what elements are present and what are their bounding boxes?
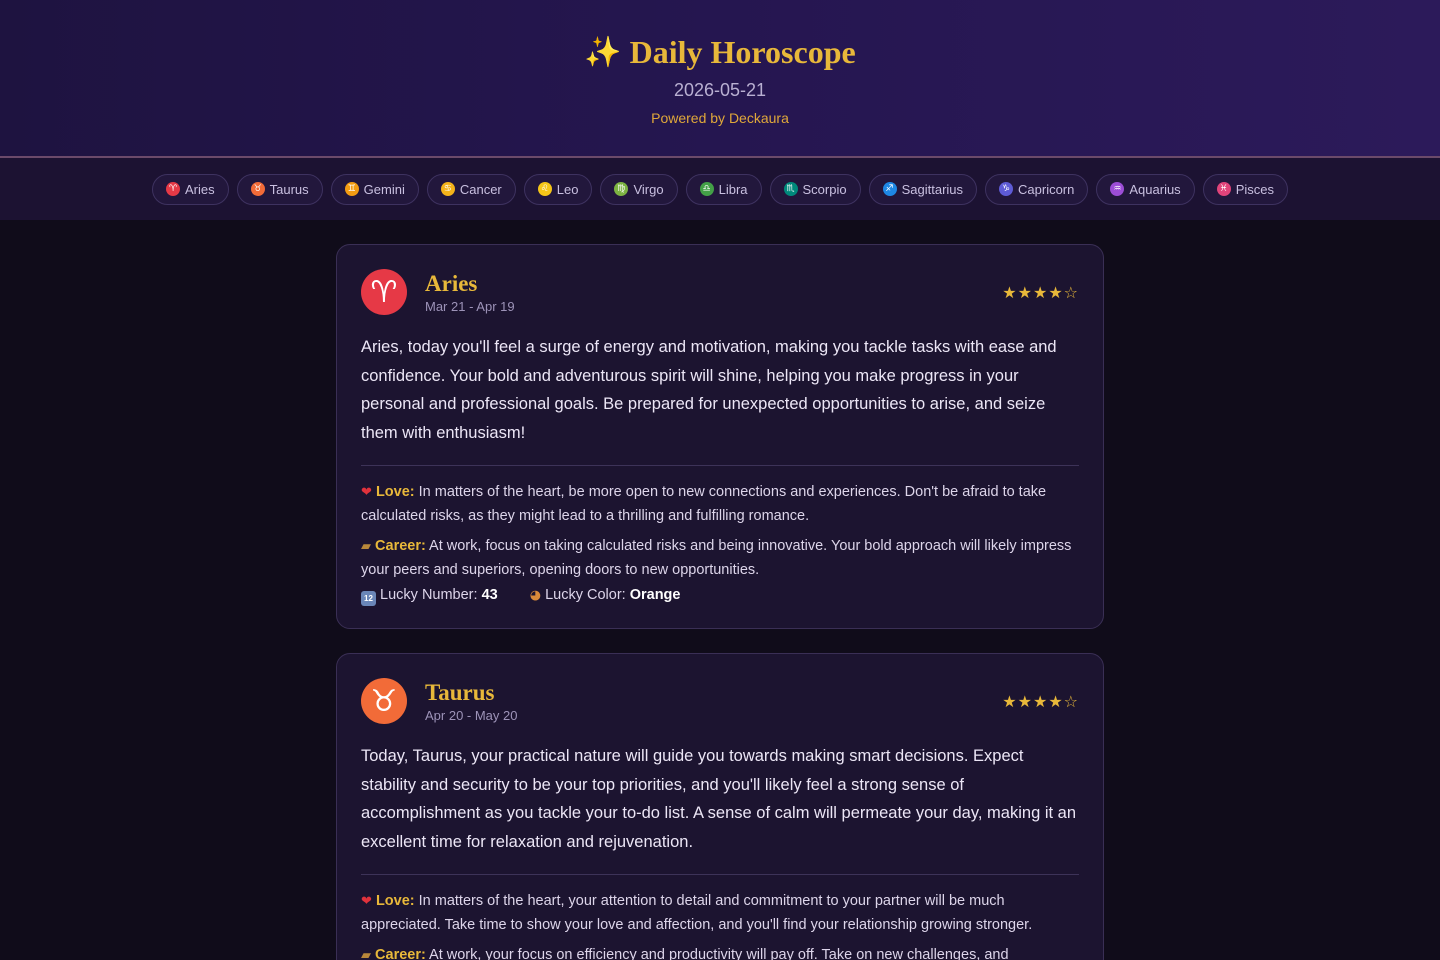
page-title: ✨ Daily Horoscope [584, 30, 855, 74]
horoscope-date: 2026-05-21 [673, 80, 767, 100]
nav-pill-cancer[interactable]: ♋ Cancer [426, 173, 516, 205]
aries-symbol-icon: ♈ [166, 182, 180, 196]
zodiac-nav: ♈ Aries ♉ Taurus ♊ Gemini ♋ Cancer ♌ Leo ♍ Virgo ♎ Li… [0, 158, 1440, 220]
pisces-symbol-icon: ♓ [1216, 182, 1231, 196]
nav-pill-label: Virgo [633, 181, 664, 197]
nav-pill-pisces[interactable]: ♓ Pisces [1202, 173, 1288, 205]
nav-pill-gemini[interactable]: ♊ Gemini [330, 173, 419, 205]
sign-date-range: Mar 21 - Apr 19 [425, 298, 515, 314]
taurus-symbol-icon: ♉ [361, 678, 407, 724]
lucky-color-label: Lucky Color: [545, 587, 626, 603]
lucky-number-value: 43 [481, 587, 498, 603]
love-text: In matters of the heart, be more open to… [361, 484, 1047, 524]
sign-date-range: Apr 20 - May 20 [425, 707, 518, 723]
love-text: In matters of the heart, your attention … [361, 893, 1033, 933]
capricorn-symbol-icon: ♑ [999, 182, 1014, 196]
nav-pill-label: Gemini [363, 181, 405, 197]
lucky-number-label: Lucky Number: [380, 587, 478, 603]
nav-pill-sagittarius[interactable]: ♐ Sagittarius [868, 173, 978, 205]
nav-pill-virgo[interactable]: ♍ Virgo [600, 173, 678, 205]
sign-meta: Taurus Apr 20 - May 20 [425, 680, 1002, 723]
palette-icon: ◕ [529, 588, 542, 603]
taurus-symbol-icon: ♉ [250, 182, 265, 196]
lucky-row: 12 Lucky Number: 43 ◕ Lucky Color: Orang… [361, 587, 1079, 606]
horoscope-card-taurus: ♉ Taurus Apr 20 - May 20 ★★★★☆ Today, Ta… [336, 653, 1104, 960]
nav-pill-label: Scorpio [802, 181, 847, 197]
love-section: ❤ Love: In matters of the heart, be more… [361, 481, 1079, 527]
briefcase-icon: ▰ [361, 948, 371, 960]
nav-pill-label: Taurus [269, 181, 309, 197]
nav-pill-scorpio[interactable]: ♏ Scorpio [769, 173, 861, 205]
horoscope-summary: Today, Taurus, your practical nature wil… [361, 742, 1079, 875]
virgo-symbol-icon: ♍ [614, 182, 629, 196]
love-label: Love: [375, 484, 415, 500]
numbers-icon: 12 [361, 591, 376, 606]
gemini-symbol-icon: ♊ [344, 182, 359, 196]
star-rating: ★★★★☆ [1002, 691, 1079, 711]
libra-symbol-icon: ♎ [699, 182, 714, 196]
nav-pill-label: Libra [718, 181, 748, 197]
nav-pill-leo[interactable]: ♌ Leo [523, 173, 593, 205]
love-label: Love: [375, 893, 415, 909]
nav-pill-capricorn[interactable]: ♑ Capricorn [985, 173, 1089, 205]
cancer-symbol-icon: ♋ [440, 182, 455, 196]
lucky-number: 12 Lucky Number: 43 [361, 587, 498, 606]
briefcase-icon: ▰ [361, 539, 371, 554]
nav-pill-label: Leo [556, 181, 579, 197]
nav-pill-label: Cancer [459, 181, 502, 197]
nav-pill-aquarius[interactable]: ♒ Aquarius [1096, 173, 1195, 205]
love-section: ❤ Love: In matters of the heart, your at… [361, 890, 1079, 936]
page-header: ✨ Daily Horoscope 2026-05-21 Powered by … [0, 0, 1440, 158]
nav-pill-aries[interactable]: ♈ Aries [152, 173, 229, 205]
heart-icon: ❤ [361, 894, 372, 909]
career-label: Career: [375, 538, 426, 554]
scorpio-symbol-icon: ♏ [783, 182, 798, 196]
sparkles-icon: ✨ [584, 34, 622, 70]
sagittarius-symbol-icon: ♐ [882, 182, 897, 196]
heart-icon: ❤ [361, 485, 372, 500]
lucky-color-value: Orange [629, 587, 681, 603]
horoscope-summary: Aries, today you'll feel a surge of ener… [361, 333, 1079, 466]
sign-name: Taurus [425, 679, 495, 705]
career-text: At work, focus on taking calculated risk… [361, 538, 1072, 578]
career-text: At work, your focus on efficiency and pr… [429, 947, 1009, 960]
career-section: ▰ Career: At work, your focus on efficie… [361, 944, 1079, 960]
nav-pill-taurus[interactable]: ♉ Taurus [236, 173, 323, 205]
nav-pill-label: Pisces [1235, 181, 1274, 197]
nav-pill-label: Aries [185, 181, 215, 197]
nav-pill-label: Sagittarius [901, 181, 964, 197]
sign-meta: Aries Mar 21 - Apr 19 [425, 271, 1002, 314]
powered-by: Powered by Deckaura [651, 110, 789, 126]
nav-pill-label: Aquarius [1129, 181, 1181, 197]
star-rating: ★★★★☆ [1002, 282, 1079, 302]
nav-pill-libra[interactable]: ♎ Libra [685, 173, 762, 205]
horoscope-list: ♈ Aries Mar 21 - Apr 19 ★★★★☆ Aries, tod… [336, 244, 1104, 960]
career-section: ▰ Career: At work, focus on taking calcu… [361, 535, 1079, 581]
aquarius-symbol-icon: ♒ [1110, 182, 1125, 196]
sign-name: Aries [425, 270, 478, 296]
card-header: ♈ Aries Mar 21 - Apr 19 ★★★★☆ [361, 269, 1079, 315]
title-text: Daily Horoscope [629, 33, 856, 70]
card-header: ♉ Taurus Apr 20 - May 20 ★★★★☆ [361, 678, 1079, 724]
horoscope-card-aries: ♈ Aries Mar 21 - Apr 19 ★★★★☆ Aries, tod… [336, 244, 1104, 629]
career-label: Career: [375, 947, 426, 960]
nav-pill-label: Capricorn [1018, 181, 1075, 197]
leo-symbol-icon: ♌ [537, 182, 552, 196]
aries-symbol-icon: ♈ [361, 269, 407, 315]
lucky-color: ◕ Lucky Color: Orange [530, 587, 681, 606]
